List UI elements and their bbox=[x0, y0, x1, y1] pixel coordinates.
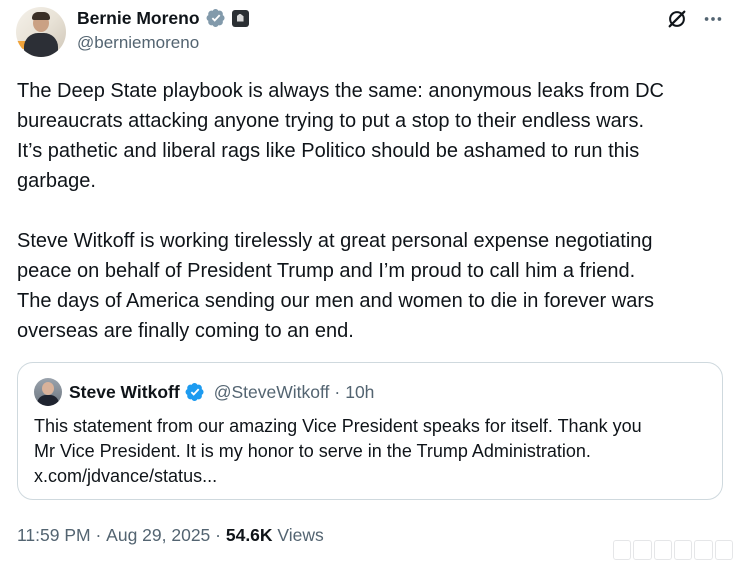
quote-author-handle[interactable]: @SteveWitkoff bbox=[214, 382, 330, 403]
author-display-name[interactable]: Bernie Moreno bbox=[77, 8, 200, 29]
quote-verified-badge-icon[interactable] bbox=[185, 382, 205, 402]
tweet-meta-row: 11:59 PM · Aug 29, 2025 · 54.6K Views bbox=[17, 525, 324, 546]
quote-author-avatar[interactable] bbox=[34, 378, 62, 406]
views-label: Views bbox=[272, 525, 324, 545]
quote-time[interactable]: 10h bbox=[345, 382, 374, 403]
tweet-top-actions bbox=[666, 8, 724, 30]
meta-separator: · bbox=[90, 525, 107, 545]
tweet-time[interactable]: 11:59 PM bbox=[17, 525, 91, 546]
grok-icon[interactable] bbox=[666, 8, 688, 30]
quote-body-text: This statement from our amazing Vice Pre… bbox=[34, 416, 642, 486]
quote-author-name[interactable]: Steve Witkoff bbox=[69, 382, 180, 403]
tweet-body-text: The Deep State playbook is always the sa… bbox=[17, 80, 664, 342]
quote-header: Steve Witkoff @SteveWitkoff · 10h bbox=[69, 381, 374, 403]
meta-separator: · bbox=[210, 525, 226, 545]
government-badge-icon[interactable] bbox=[231, 9, 249, 27]
tweet-date[interactable]: Aug 29, 2025 bbox=[106, 525, 210, 546]
more-icon[interactable] bbox=[702, 8, 724, 30]
author-avatar[interactable] bbox=[16, 7, 66, 57]
views-count: 54.6K bbox=[225, 525, 273, 545]
author-name-row: Bernie Moreno bbox=[77, 7, 249, 29]
quote-separator: · bbox=[334, 381, 341, 402]
watermark-decoration bbox=[613, 540, 733, 562]
author-handle[interactable]: @berniemoreno bbox=[77, 33, 199, 53]
quoted-tweet-card[interactable]: Steve Witkoff @SteveWitkoff · 10h This s… bbox=[17, 362, 723, 500]
verified-badge-icon[interactable] bbox=[206, 8, 226, 28]
